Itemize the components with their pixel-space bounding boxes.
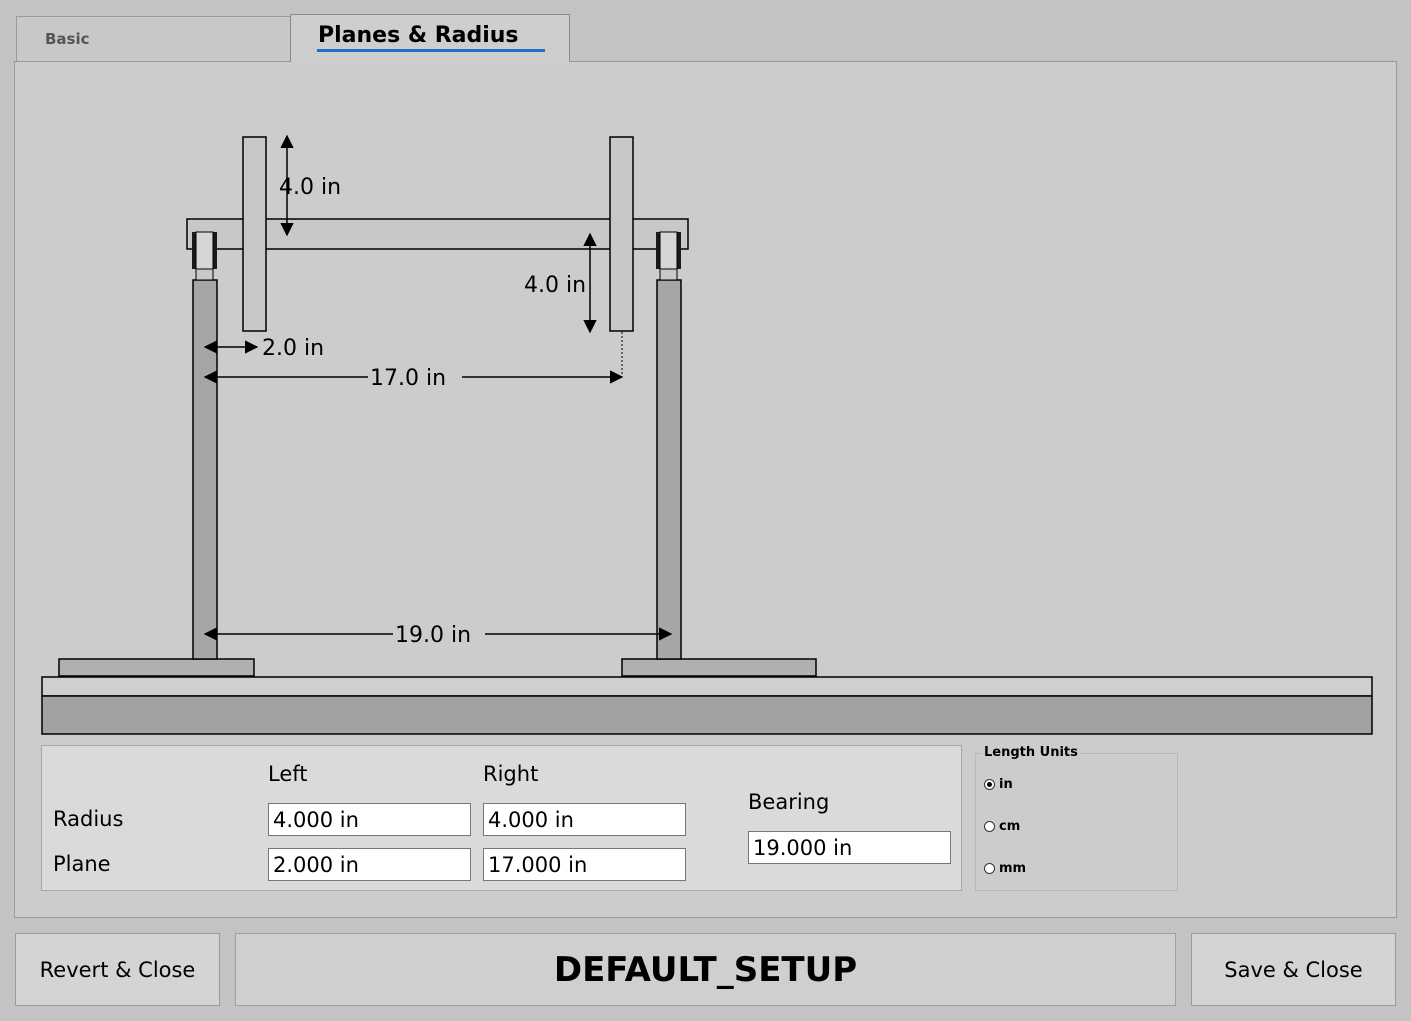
right-radius-label: 4.0 in: [524, 273, 586, 298]
unit-label-mm: mm: [999, 861, 1027, 876]
left-foot: [58, 658, 255, 677]
save-close-label: Save & Close: [1224, 957, 1363, 982]
right-bearing: [656, 231, 681, 281]
right-correction-plane: [609, 136, 634, 332]
planes-radius-inputs: Left Right Radius Plane Bearing: [41, 745, 962, 891]
floor: [41, 676, 1373, 735]
unit-option-cm[interactable]: cm: [984, 819, 1020, 834]
right-foot: [621, 658, 817, 677]
radio-selected-dot: [987, 782, 992, 787]
left-radius-label: 4.0 in: [279, 175, 341, 200]
row-label-plane: Plane: [53, 852, 111, 876]
tab-planes-radius-label: Planes & Radius: [318, 23, 519, 48]
bearing-distance-label: 19.0 in: [395, 623, 471, 648]
bearing-input[interactable]: [748, 831, 951, 864]
left-post: [192, 279, 218, 660]
radius-left-input[interactable]: [268, 803, 471, 836]
radio-button-mm[interactable]: [984, 863, 995, 874]
tab-basic-label: Basic: [45, 30, 90, 48]
plane-left-input[interactable]: [268, 848, 471, 881]
unit-label-cm: cm: [999, 819, 1021, 834]
length-units-title: Length Units: [982, 745, 1080, 760]
radio-button-in[interactable]: [984, 779, 995, 790]
length-units-group: Length Units in cm mm: [975, 745, 1178, 891]
revert-close-button[interactable]: Revert & Close: [15, 933, 220, 1006]
radius-right-input[interactable]: [483, 803, 686, 836]
tab-basic[interactable]: Basic: [16, 16, 291, 61]
unit-option-mm[interactable]: mm: [984, 861, 1026, 876]
setup-name-display: DEFAULT_SETUP: [235, 933, 1176, 1006]
unit-label-in: in: [999, 777, 1013, 792]
tab-planes-radius[interactable]: Planes & Radius: [290, 14, 570, 62]
right-post: [656, 279, 682, 660]
left-plane-label: 2.0 in: [262, 336, 324, 361]
active-tab-indicator: [317, 49, 545, 52]
column-header-right: Right: [483, 762, 539, 786]
radio-button-cm[interactable]: [984, 821, 995, 832]
balancer-diagram: 4.0 in 4.0 in 2.0 in 17.0 in 19.0 in: [41, 134, 1373, 735]
save-close-button[interactable]: Save & Close: [1191, 933, 1396, 1006]
plane-right-input[interactable]: [483, 848, 686, 881]
bearing-label: Bearing: [748, 790, 830, 814]
revert-close-label: Revert & Close: [39, 957, 196, 982]
column-header-left: Left: [268, 762, 308, 786]
planes-radius-panel: 4.0 in 4.0 in 2.0 in 17.0 in 19.0 in Lef…: [14, 61, 1397, 918]
unit-option-in[interactable]: in: [984, 777, 1013, 792]
left-correction-plane: [242, 136, 267, 332]
right-plane-label: 17.0 in: [370, 366, 446, 391]
left-bearing: [192, 231, 217, 281]
row-label-radius: Radius: [53, 807, 124, 831]
setup-name-text: DEFAULT_SETUP: [553, 949, 858, 990]
